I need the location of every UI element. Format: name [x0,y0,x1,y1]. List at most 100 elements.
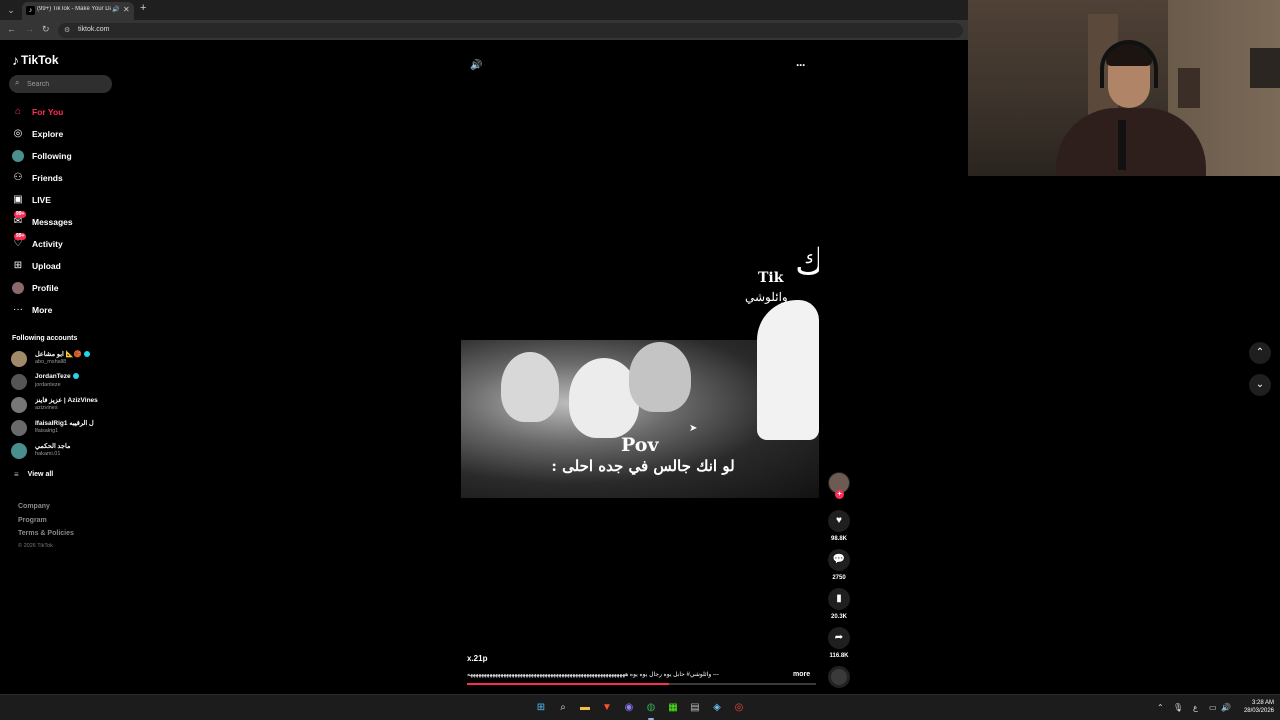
comment-icon: 💬 [832,554,846,565]
footer-company-link[interactable]: Company [18,503,50,510]
sidebar: ♪ TikTok ⌕ ⌂ For You ◎ Explore Following… [0,44,120,720]
avatar [11,443,27,459]
more-options-icon[interactable]: ··· [796,58,806,72]
messages-badge: 99+ [14,211,27,218]
back-icon[interactable]: ← [7,24,16,34]
view-all-link[interactable]: ≡ View all [14,470,53,479]
tiktok-favicon-icon: ♪ [26,6,35,15]
home-icon: ⌂ [14,106,22,117]
nav-explore[interactable]: ◎ Explore [8,125,112,143]
address-bar-row: ← → ↻ ⚙ tiktok.com [0,20,968,40]
share-count: 116.8K [829,653,849,659]
tiktok-logo[interactable]: ♪ TikTok [12,52,59,68]
webcam-overlay [968,0,1280,176]
follow-plus-icon[interactable]: + [835,490,844,499]
next-video-button[interactable]: ⌄ [1249,374,1271,396]
nav-live[interactable]: ▣ LIVE [8,191,112,209]
tab-search-icon[interactable]: ⌄ [4,3,18,17]
nav-friends[interactable]: ⚇ Friends [8,169,112,187]
nav-following[interactable]: Following [8,147,112,165]
save-button[interactable]: ▮ [828,588,850,610]
comment-button[interactable]: 💬 [828,549,850,571]
save-count: 20.3K [830,614,847,620]
following-account[interactable]: ماجد الحكمي hakami.01 [11,441,111,463]
video-player[interactable]: ك Tik وائلوشي Pov لو انك جالس في جده احل… [461,240,819,498]
chevron-down-icon: ⌄ [1255,379,1265,390]
windows-start-icon[interactable]: ⊞ [534,701,548,715]
browser-tab[interactable]: ♪ (99+) TikTok - Make Your Day 🔊 ✕ [22,2,134,20]
site-info-icon[interactable]: ⚙ [64,26,70,34]
network-icon[interactable]: ▭ [1209,703,1217,712]
forward-icon[interactable]: → [25,24,34,34]
avatar [11,374,27,390]
following-account[interactable]: JordanTeze jordanteze [11,372,111,394]
clock-time[interactable]: 3:28 AM [1246,700,1274,706]
headset [1100,40,1158,88]
nav-upload[interactable]: ⊞ Upload [8,257,112,275]
watermark-arabic: وائلوشي [745,290,788,304]
nav-messages[interactable]: ✉ 99+ Messages [8,211,112,231]
activity-badge: 99+ [14,233,27,240]
following-account[interactable]: ابو مشاعل 📐🏀 abo_mshall8 [11,349,111,371]
share-button[interactable]: ➦ [828,627,850,649]
verified-icon [72,373,79,380]
avatar [11,351,27,367]
tab-audio-icon[interactable]: 🔊 [112,6,119,13]
tab-close-icon[interactable]: ✕ [123,5,130,14]
logo-text: TikTok [21,53,59,67]
previous-video-button[interactable]: ⌃ [1249,342,1271,364]
video-overlay-title: Pov [621,434,659,456]
tab-title: (99+) TikTok - Make Your Day [37,6,111,12]
video-progress-bar[interactable] [467,683,816,685]
volume-icon[interactable]: 🔊 [470,60,482,71]
search-box[interactable]: ⌕ [9,75,112,93]
footer-terms-link[interactable]: Terms & Policies [18,530,74,537]
discord-icon[interactable]: ◉ [622,701,636,715]
footer-program-link[interactable]: Program [18,517,47,524]
kick-icon[interactable]: ▦ [666,701,680,715]
language-indicator[interactable]: ع [1193,703,1198,712]
tray-overflow-icon[interactable]: ⌃ [1157,703,1164,712]
brave-browser-icon[interactable]: ▼ [600,701,614,715]
url-field[interactable]: ⚙ tiktok.com [58,23,963,38]
activity-icon: ♡ 99+ [13,233,27,249]
nav-for-you[interactable]: ⌂ For You [8,103,112,121]
watermark-glyph: ك [795,242,819,283]
file-explorer-icon[interactable]: ▬ [578,701,592,715]
reload-icon[interactable]: ↻ [42,24,50,35]
profile-avatar-icon [10,281,26,295]
clock-date[interactable]: 28/03/2026 [1238,708,1274,714]
nav-more[interactable]: ··· More [8,301,112,319]
mic-tray-icon[interactable]: 🎙 [1173,703,1183,712]
more-dots-icon: ··· [13,304,23,315]
speaker-icon[interactable]: 🔊 [1221,703,1231,712]
nav-profile[interactable]: Profile [8,279,112,297]
obs-icon[interactable]: ◎ [732,701,746,715]
screen: ⌄ ♪ (99+) TikTok - Make Your Day 🔊 ✕ + ←… [0,0,1280,720]
new-tab-button[interactable]: + [140,2,146,14]
following-avatar-icon [10,149,26,163]
search-input[interactable] [27,78,107,90]
steam-icon[interactable]: ◈ [710,701,724,715]
share-arrow-icon: ➦ [834,632,844,643]
description-more-link[interactable]: more [793,671,810,678]
calculator-icon[interactable]: ▤ [688,701,702,715]
search-icon: ⌕ [15,78,20,87]
nav-activity[interactable]: ♡ 99+ Activity [8,233,112,253]
avatar [11,397,27,413]
microphone [1118,120,1126,170]
video-author[interactable]: x.21p [467,654,487,663]
url-text: tiktok.com [78,26,110,33]
avatar [11,420,27,436]
mouse-cursor-icon: ➤ [689,423,698,434]
copyright: © 2026 TikTok [18,543,53,549]
heart-icon: ♥ [836,515,842,526]
compass-icon: ◎ [13,128,23,139]
like-button[interactable]: ♥ [828,510,850,532]
chrome-icon[interactable]: ◍ [644,701,658,715]
watermark-tik: Tik [758,270,784,286]
music-disc-icon[interactable] [828,666,850,688]
following-account[interactable]: lfaisalRig1 ل الرقيبه lfaisalrig1 [11,418,111,440]
taskbar-search-icon[interactable]: ⌕ [556,701,570,715]
following-account[interactable]: عزيز فاينز | AzizVines azizvines [11,395,111,417]
